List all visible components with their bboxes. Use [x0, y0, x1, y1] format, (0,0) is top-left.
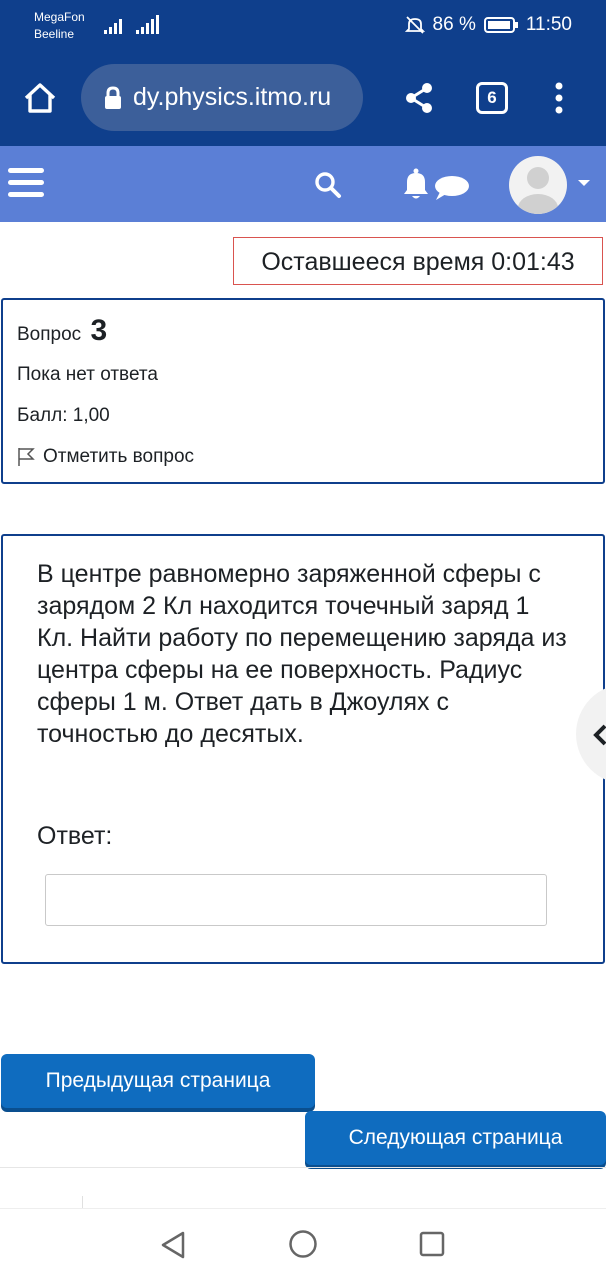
question-number-label: Вопрос — [17, 324, 82, 345]
chevron-down-icon[interactable] — [577, 178, 591, 188]
question-text: В центре равномерно заряженной сферы с з… — [37, 560, 567, 748]
previous-page-button[interactable]: Предыдущая страница — [1, 1054, 315, 1108]
bell-icon[interactable] — [400, 168, 432, 202]
url-text: dy.physics.itmo.ru — [133, 83, 332, 111]
recent-apps-icon[interactable] — [419, 1231, 445, 1257]
more-vertical-icon[interactable] — [553, 82, 565, 114]
carrier-2: Beeline — [34, 27, 75, 41]
tab-switcher-button[interactable]: 6 — [476, 82, 508, 114]
hamburger-icon[interactable] — [8, 166, 46, 200]
flag-question-link[interactable]: Отметить вопрос — [17, 446, 194, 468]
quiz-timer: Оставшееся время 0:01:43 — [233, 237, 603, 285]
question-content-panel: В центре равномерно заряженной сферы с з… — [1, 534, 605, 964]
home-icon[interactable] — [22, 80, 58, 116]
answer-label: Ответ: — [37, 822, 113, 850]
carrier-names: MegaFon Beeline — [34, 9, 85, 43]
chevron-left-icon — [593, 724, 606, 746]
question-state: Пока нет ответа — [17, 364, 158, 385]
battery-percent: 86 % — [432, 14, 476, 35]
next-page-button[interactable]: Следующая страница — [305, 1111, 606, 1165]
question-info-panel: Вопрос 3 Пока нет ответа Балл: 1,00 Отме… — [1, 298, 605, 484]
back-icon[interactable] — [158, 1229, 188, 1261]
status-right: 86 % 11:50 — [404, 14, 572, 36]
mute-bell-icon — [404, 16, 425, 34]
carrier-1: MegaFon — [34, 10, 85, 24]
search-icon[interactable] — [314, 171, 342, 199]
share-icon[interactable] — [404, 82, 434, 114]
flag-question-label: Отметить вопрос — [43, 446, 195, 467]
address-bar[interactable]: dy.physics.itmo.ru — [81, 64, 363, 131]
question-number-value: 3 — [90, 314, 108, 347]
chat-icon[interactable] — [432, 174, 470, 202]
battery-icon — [483, 17, 518, 33]
footer-divider-tick — [82, 1196, 83, 1208]
flag-icon — [18, 448, 35, 466]
footer-divider — [0, 1167, 606, 1168]
browser-toolbar: dy.physics.itmo.ru 6 — [0, 52, 606, 146]
site-navbar — [0, 146, 606, 222]
status-bar: MegaFon Beeline 86 % 11:50 — [0, 0, 606, 52]
user-avatar-icon — [518, 167, 558, 214]
question-number: Вопрос 3 — [17, 314, 107, 348]
answer-input[interactable] — [45, 874, 547, 926]
signal-icon — [104, 15, 159, 34]
avatar[interactable] — [509, 156, 567, 214]
home-nav-icon[interactable] — [288, 1229, 318, 1259]
clock: 11:50 — [525, 14, 572, 35]
system-navigation-bar — [0, 1208, 606, 1281]
lock-icon — [105, 85, 121, 109]
question-grade: Балл: 1,00 — [17, 405, 110, 426]
